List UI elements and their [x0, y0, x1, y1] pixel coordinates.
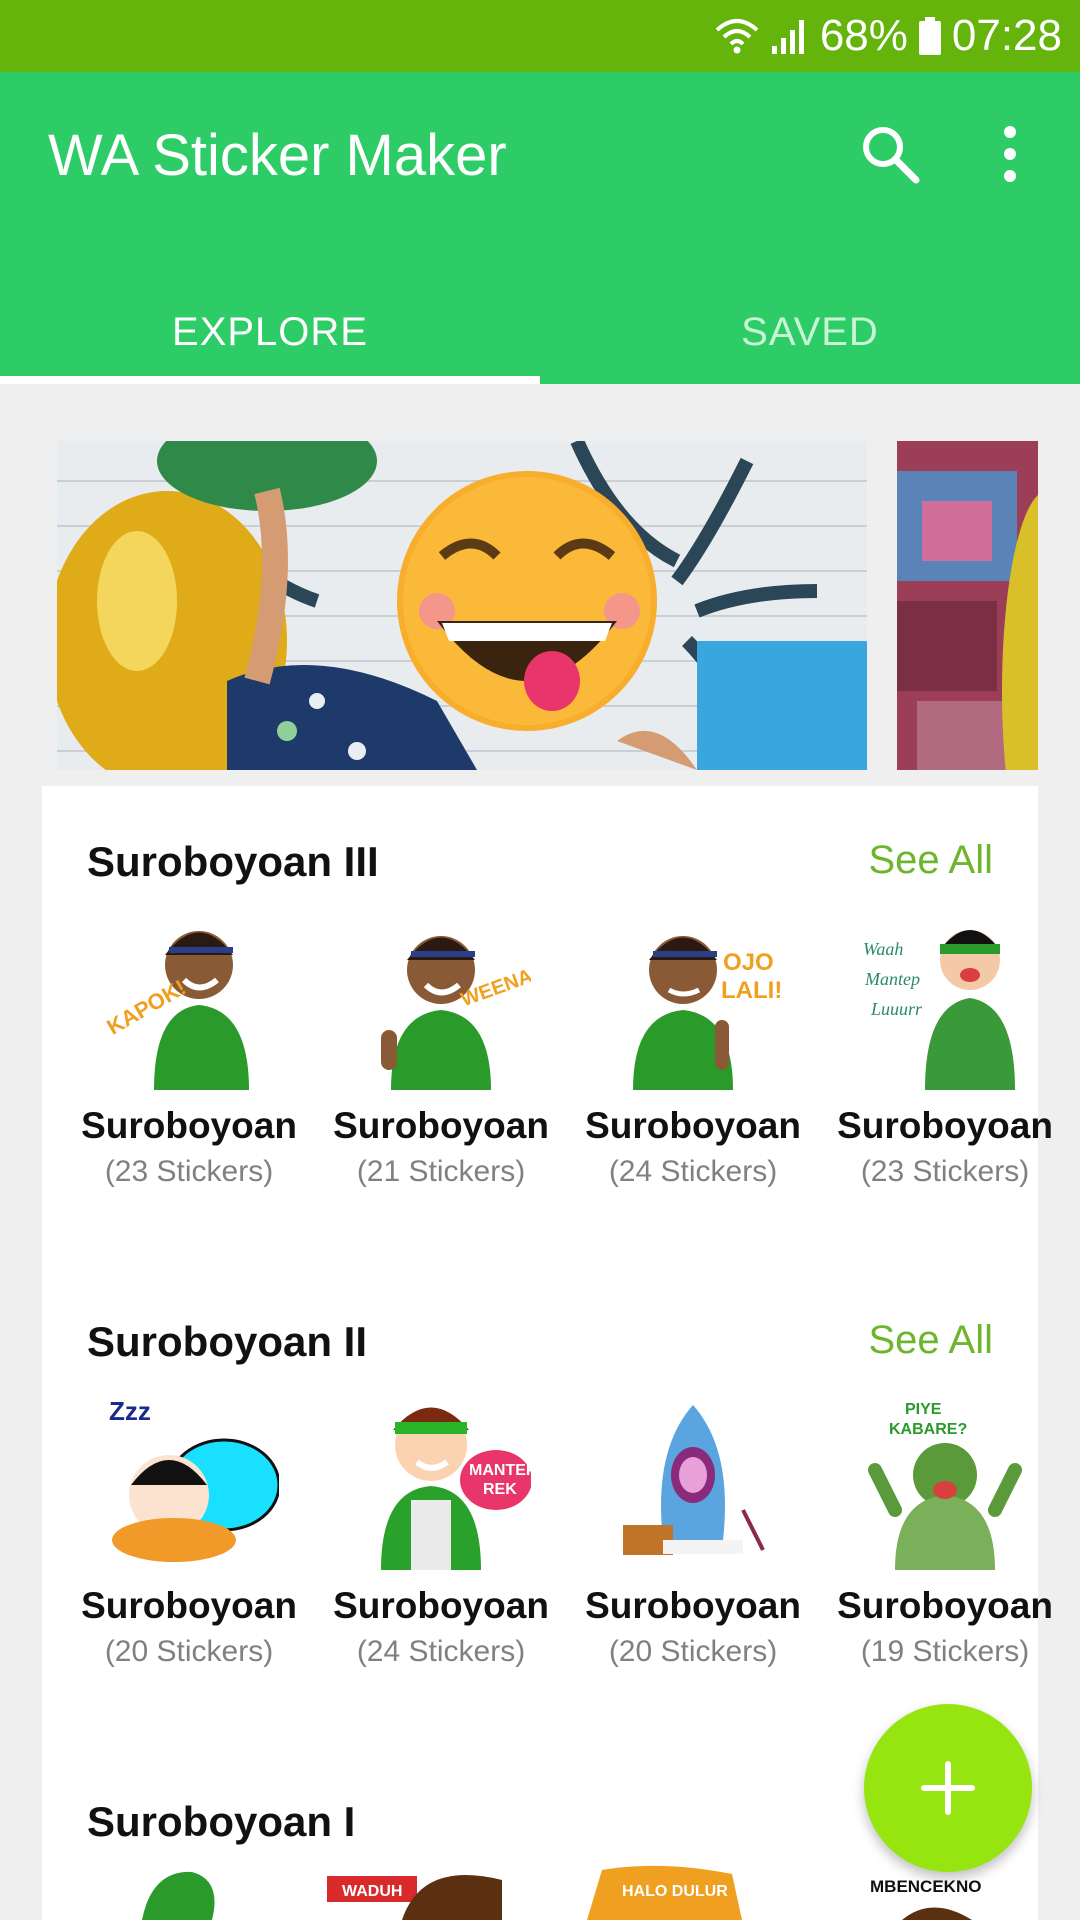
svg-text:OJO: OJO [723, 949, 774, 976]
wifi-icon [715, 19, 759, 54]
sticker-thumbnail: Zzz [109, 1396, 281, 1562]
section-title: Suroboyoan I [87, 1798, 356, 1845]
battery-percent: 68% [819, 11, 908, 60]
banner-next-image[interactable] [897, 441, 1038, 770]
pack-name: Suroboyoan [585, 1105, 801, 1146]
signal-icon [771, 20, 804, 54]
svg-text:Mantep: Mantep [864, 969, 920, 989]
pack-count: (20 Stickers) [104, 1635, 274, 1668]
svg-text:Zzz: Zzz [109, 1396, 151, 1426]
pack-name: Suroboyoan [81, 1585, 297, 1626]
sticker-pack[interactable]: OJO LALI! Suroboyoan (24 Stickers) [573, 910, 813, 1189]
svg-text:REK: REK [483, 1481, 517, 1498]
status-icons: 68% 07:28 [714, 10, 1062, 62]
banner-photo-2 [897, 441, 1038, 770]
sticker-pack[interactable]: MANTEP REK Suroboyoan (24 Stickers) [321, 1390, 561, 1669]
see-all-link[interactable]: See All [868, 838, 993, 883]
svg-text:MBENCEKNO: MBENCEKNO [870, 1877, 981, 1896]
search-button[interactable] [856, 120, 924, 188]
see-all-link[interactable]: See All [868, 1318, 993, 1363]
pack-name: Suroboyoan [81, 1105, 297, 1146]
section-title: Suroboyoan III [87, 838, 379, 885]
banner-photo [57, 441, 867, 770]
tab-indicator [0, 376, 540, 384]
svg-text:WADUH: WADUH [342, 1883, 402, 1900]
svg-text:Waah: Waah [863, 939, 903, 959]
banner-image[interactable] [57, 441, 867, 770]
pack-name: Suroboyoan [333, 1105, 549, 1146]
svg-text:PIYE: PIYE [905, 1401, 942, 1418]
sticker-pack[interactable]: Suroboyoan (20 Stickers) [573, 1390, 813, 1669]
sticker-thumbnail: Waah Mantep Luuurr [863, 930, 1015, 1090]
sticker-pack[interactable]: WEENAAK Suroboyoan (21 Stickers) [321, 910, 563, 1189]
pack-name: Suroboyoan [585, 1585, 801, 1626]
svg-text:Luuurr: Luuurr [870, 999, 923, 1019]
pack-count: (24 Stickers) [356, 1635, 526, 1668]
status-bar: 68% 07:28 [0, 0, 1080, 72]
svg-text:KABARE?: KABARE? [889, 1421, 967, 1438]
svg-text:LALI!: LALI! [721, 977, 782, 1004]
search-icon [863, 127, 920, 184]
sticker-thumbnail: MANTEP REK [381, 1407, 537, 1570]
app-title: WA Sticker Maker [48, 123, 507, 188]
sticker-thumbnail: OJO LALI! [633, 936, 782, 1090]
add-sticker-fab[interactable] [864, 1704, 1032, 1872]
pack-count: (24 Stickers) [608, 1155, 778, 1188]
pack-count: (21 Stickers) [356, 1155, 526, 1188]
plus-icon [921, 1761, 975, 1815]
pack-count: (20 Stickers) [608, 1635, 778, 1668]
pack-name: Suroboyoan [837, 1105, 1053, 1146]
sticker-pack[interactable]: KAPOK! Suroboyoan (23 Stickers) [69, 910, 309, 1189]
tab-saved[interactable]: SAVED [540, 280, 1080, 384]
more-options-button[interactable] [990, 122, 1030, 186]
sticker-pack[interactable]: PIYE KABARE? Suroboyoan (19 Stickers) [825, 1390, 1065, 1669]
pack-count: (23 Stickers) [860, 1155, 1030, 1188]
svg-text:MANTEP: MANTEP [469, 1462, 531, 1479]
sticker-thumbnail [623, 1405, 765, 1555]
app-bar: WA Sticker Maker EXPLORE SAVED [0, 72, 1080, 384]
tab-explore[interactable]: EXPLORE [0, 280, 540, 384]
section-title: Suroboyoan II [87, 1318, 368, 1365]
svg-text:HALO DULUR: HALO DULUR [622, 1883, 728, 1900]
more-vert-icon [1004, 126, 1016, 182]
pack-name: Suroboyoan [837, 1585, 1053, 1626]
sticker-pack[interactable]: Zzz Suroboyoan (20 Stickers) [69, 1390, 309, 1669]
pack-name: Suroboyoan [333, 1585, 549, 1626]
battery-icon [918, 17, 941, 55]
sticker-thumbnail: KAPOK! [102, 931, 249, 1090]
pack-count: (19 Stickers) [860, 1635, 1030, 1668]
sticker-thumbnail: WEENAAK [381, 936, 563, 1090]
sticker-pack[interactable]: Waah Mantep Luuurr Suroboyoan (23 Sticke… [825, 910, 1065, 1189]
clock: 07:28 [951, 11, 1062, 60]
pack-count: (23 Stickers) [104, 1155, 274, 1188]
sticker-thumbnail: PIYE KABARE? [868, 1401, 1022, 1570]
